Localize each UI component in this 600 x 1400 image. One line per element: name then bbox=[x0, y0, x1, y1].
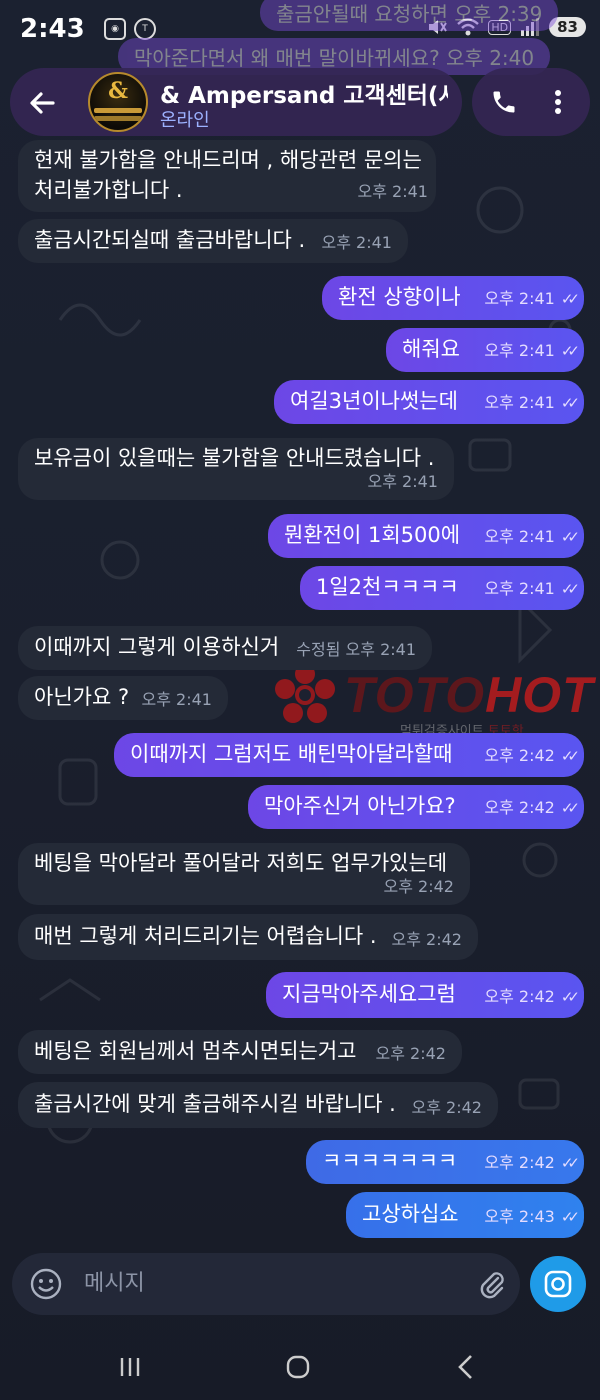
message-bubble-outgoing[interactable]: 고상하십쇼 오후 2:43 ✓✓ bbox=[346, 1192, 584, 1238]
message-time: 오후 2:42 bbox=[484, 798, 555, 817]
watermark-brand: TOTOHOT bbox=[344, 667, 594, 723]
message-bubble-outgoing[interactable]: 환전 상향이나 오후 2:41 ✓✓ bbox=[322, 276, 584, 320]
double-check-icon: ✓✓ bbox=[560, 747, 580, 765]
message-bubble-outgoing[interactable]: ㅋㅋㅋㅋㅋㅋㅋ 오후 2:42 ✓✓ bbox=[306, 1140, 584, 1184]
more-vertical-icon bbox=[555, 90, 561, 114]
message-bubble-incoming[interactable]: 출금시간되실때 출금바랍니다 . 오후 2:41 bbox=[18, 219, 408, 263]
message-bubble-incoming[interactable]: 아닌가요 ? 오후 2:41 bbox=[18, 676, 228, 720]
double-check-icon: ✓✓ bbox=[560, 394, 580, 412]
message-bubble-incoming[interactable]: 베팅은 회원님께서 멈추시면되는거고 오후 2:42 bbox=[18, 1030, 462, 1074]
double-check-icon: ✓✓ bbox=[560, 988, 580, 1006]
message-time: 오후 2:42 bbox=[411, 1098, 482, 1117]
message-bubble-incoming[interactable]: 보유금이 있을때는 불가함을 안내드렸습니다 . 오후 2:41 bbox=[18, 438, 454, 500]
avatar-logo-text: & bbox=[108, 78, 128, 104]
message-time: 오후 2:41 bbox=[141, 690, 212, 709]
message-time: 오후 2:42 bbox=[484, 1153, 555, 1172]
attach-button[interactable] bbox=[474, 1266, 510, 1302]
arrow-left-icon bbox=[30, 92, 55, 114]
message-bubble-incoming[interactable]: 출금시간에 맞게 출금해주시길 바랍니다 . 오후 2:42 bbox=[18, 1082, 498, 1128]
message-bubble-incoming[interactable]: 매번 그렇게 처리드리기는 어렵습니다 . 오후 2:42 bbox=[18, 914, 478, 960]
message-time: 오후 2:41 bbox=[484, 393, 555, 412]
status-left-icons: ◉ T bbox=[104, 18, 156, 40]
emoji-button[interactable] bbox=[28, 1266, 64, 1302]
message-time: 오후 2:41 bbox=[367, 472, 438, 491]
double-check-icon: ✓✓ bbox=[560, 799, 580, 817]
message-time: 오후 2:41 bbox=[484, 341, 555, 360]
double-check-icon: ✓✓ bbox=[560, 1154, 580, 1172]
message-time: 오후 2:41 bbox=[357, 182, 428, 201]
chat-avatar[interactable]: & bbox=[88, 72, 148, 132]
message-time: 오후 2:41 bbox=[484, 527, 555, 546]
message-bubble-incoming[interactable]: 현재 불가함을 안내드리며 , 해당관련 문의는 처리불가합니다 . 오후 2:… bbox=[18, 140, 436, 212]
message-bubble-outgoing[interactable]: 막아주신거 아닌가요? 오후 2:42 ✓✓ bbox=[248, 785, 584, 829]
home-button[interactable] bbox=[278, 1352, 318, 1382]
message-bubble-outgoing[interactable]: 해줘요 오후 2:41 ✓✓ bbox=[386, 328, 584, 372]
camera-icon bbox=[544, 1270, 572, 1298]
paperclip-icon bbox=[480, 1272, 504, 1299]
chevron-left-icon bbox=[458, 1355, 472, 1379]
message-time: 오후 2:43 bbox=[484, 1207, 555, 1226]
recent-apps-button[interactable] bbox=[110, 1352, 150, 1382]
chat-online-status: 온라인 bbox=[160, 110, 210, 131]
message-time: 오후 2:41 bbox=[484, 289, 555, 308]
double-check-icon: ✓✓ bbox=[560, 290, 580, 308]
back-button[interactable] bbox=[24, 85, 60, 121]
message-bubble-incoming[interactable]: 이때까지 그렇게 이용하신거 수정됨 오후 2:41 bbox=[18, 626, 432, 670]
message-time: 오후 2:42 bbox=[484, 746, 555, 765]
system-navigation-bar bbox=[0, 1330, 600, 1400]
recent-apps-icon bbox=[120, 1358, 140, 1376]
call-button[interactable] bbox=[486, 84, 522, 120]
message-time: 오후 2:42 bbox=[383, 877, 454, 896]
message-bubble-outgoing[interactable]: 지금막아주세요그럼 오후 2:42 ✓✓ bbox=[266, 972, 584, 1018]
message-bubble-outgoing[interactable]: 1일2천ㅋㅋㅋㅋ 오후 2:41 ✓✓ bbox=[300, 566, 584, 610]
phone-icon bbox=[493, 91, 515, 113]
double-check-icon: ✓✓ bbox=[560, 1208, 580, 1226]
status-time: 2:43 bbox=[20, 14, 85, 44]
message-time: 오후 2:41 bbox=[484, 579, 555, 598]
message-bubble-outgoing[interactable]: 뭔환전이 1회500에 오후 2:41 ✓✓ bbox=[268, 514, 584, 558]
message-bubble-outgoing[interactable]: 이때까지 그럼저도 배틴막아달라할때 오후 2:42 ✓✓ bbox=[114, 733, 584, 777]
smiley-icon bbox=[30, 1268, 62, 1300]
message-bubble-incoming[interactable]: 베팅을 막아달라 풀어달라 저희도 업무가있는데 오후 2:42 bbox=[18, 843, 470, 905]
double-check-icon: ✓✓ bbox=[560, 528, 580, 546]
double-check-icon: ✓✓ bbox=[560, 580, 580, 598]
watermark-logo-icon bbox=[275, 664, 335, 723]
scrolled-message-ghost: 출금안될때 요청하면 오후 2:39 bbox=[260, 0, 559, 31]
camera-button[interactable] bbox=[530, 1256, 586, 1312]
more-options-button[interactable] bbox=[540, 84, 576, 120]
double-check-icon: ✓✓ bbox=[560, 342, 580, 360]
chat-title[interactable]: & Ampersand 고객센터(사 bbox=[160, 76, 448, 110]
kakaotalk-icon: T bbox=[134, 18, 156, 40]
message-bubble-outgoing[interactable]: 여길3년이나썻는데 오후 2:41 ✓✓ bbox=[274, 380, 584, 424]
back-nav-button[interactable] bbox=[446, 1352, 486, 1382]
message-input[interactable]: 메시지 bbox=[84, 1266, 444, 1302]
home-icon bbox=[286, 1355, 310, 1379]
message-time: 오후 2:42 bbox=[484, 987, 555, 1006]
message-time: 오후 2:42 bbox=[391, 930, 462, 949]
screen-record-icon: ◉ bbox=[104, 18, 126, 40]
message-time: 오후 2:41 bbox=[321, 233, 392, 252]
message-time: 오후 2:42 bbox=[375, 1044, 446, 1063]
message-time: 수정됨 오후 2:41 bbox=[296, 640, 416, 659]
